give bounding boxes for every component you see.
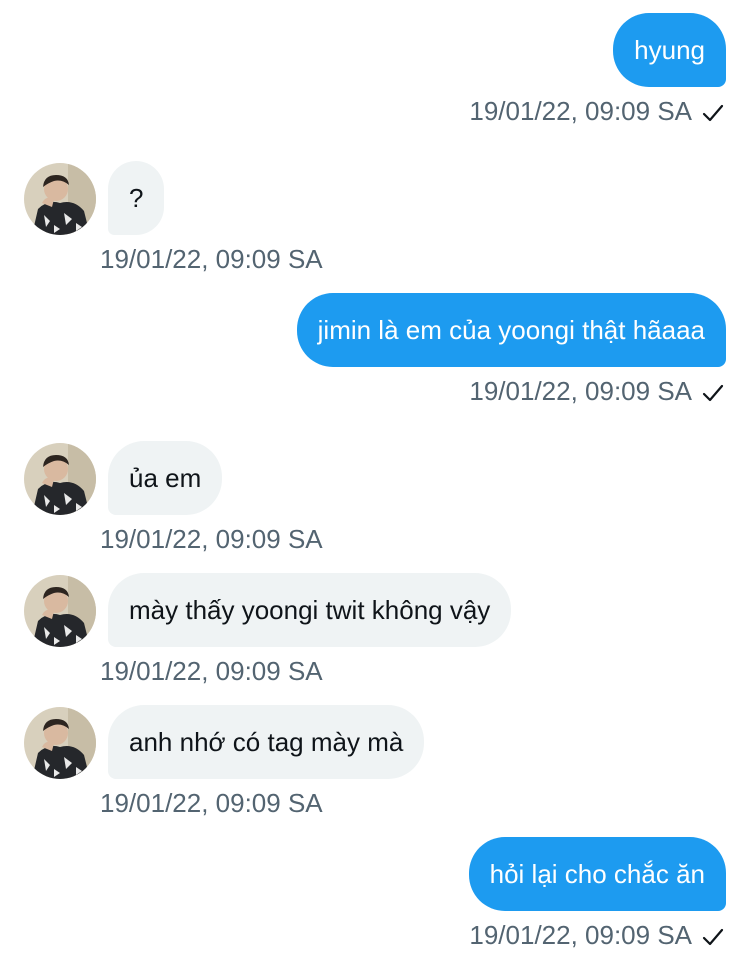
message-bubble-outgoing[interactable]: hyung [613,13,726,87]
message-meta: 19/01/22, 09:09 SA [469,376,724,406]
message-bubble-incoming[interactable]: anh nhớ có tag mày mà [108,705,425,779]
message-bubble-incoming[interactable]: ? [108,161,165,235]
message-meta: 19/01/22, 09:09 SA [469,920,724,950]
message-meta: 19/01/22, 09:09 SA [469,96,724,126]
message-timestamp: 19/01/22, 09:09 SA [100,788,323,818]
check-icon [702,384,724,402]
message-timestamp: 19/01/22, 09:09 SA [100,524,323,554]
message-timestamp: 19/01/22, 09:09 SA [469,96,692,126]
avatar[interactable] [24,443,96,515]
message-bubble-outgoing[interactable]: jimin là em của yoongi thật hãaaa [296,293,726,367]
message-timestamp: 19/01/22, 09:09 SA [100,656,323,686]
message-bubble-incoming[interactable]: mày thấy yoongi twit không vậy [108,573,512,647]
check-icon [702,928,724,946]
message-bubble-outgoing[interactable]: hỏi lại cho chắc ăn [468,837,726,911]
message-timestamp: 19/01/22, 09:09 SA [469,376,692,406]
avatar[interactable] [24,707,96,779]
message-bubble-incoming[interactable]: ủa em [108,441,223,515]
avatar[interactable] [24,163,96,235]
message-timestamp: 19/01/22, 09:09 SA [100,244,323,274]
message-timestamp: 19/01/22, 09:09 SA [469,920,692,950]
check-icon [702,104,724,122]
avatar[interactable] [24,575,96,647]
message-thread: hyung 19/01/22, 09:09 SA ? 19/01/22, 09:… [0,0,750,955]
